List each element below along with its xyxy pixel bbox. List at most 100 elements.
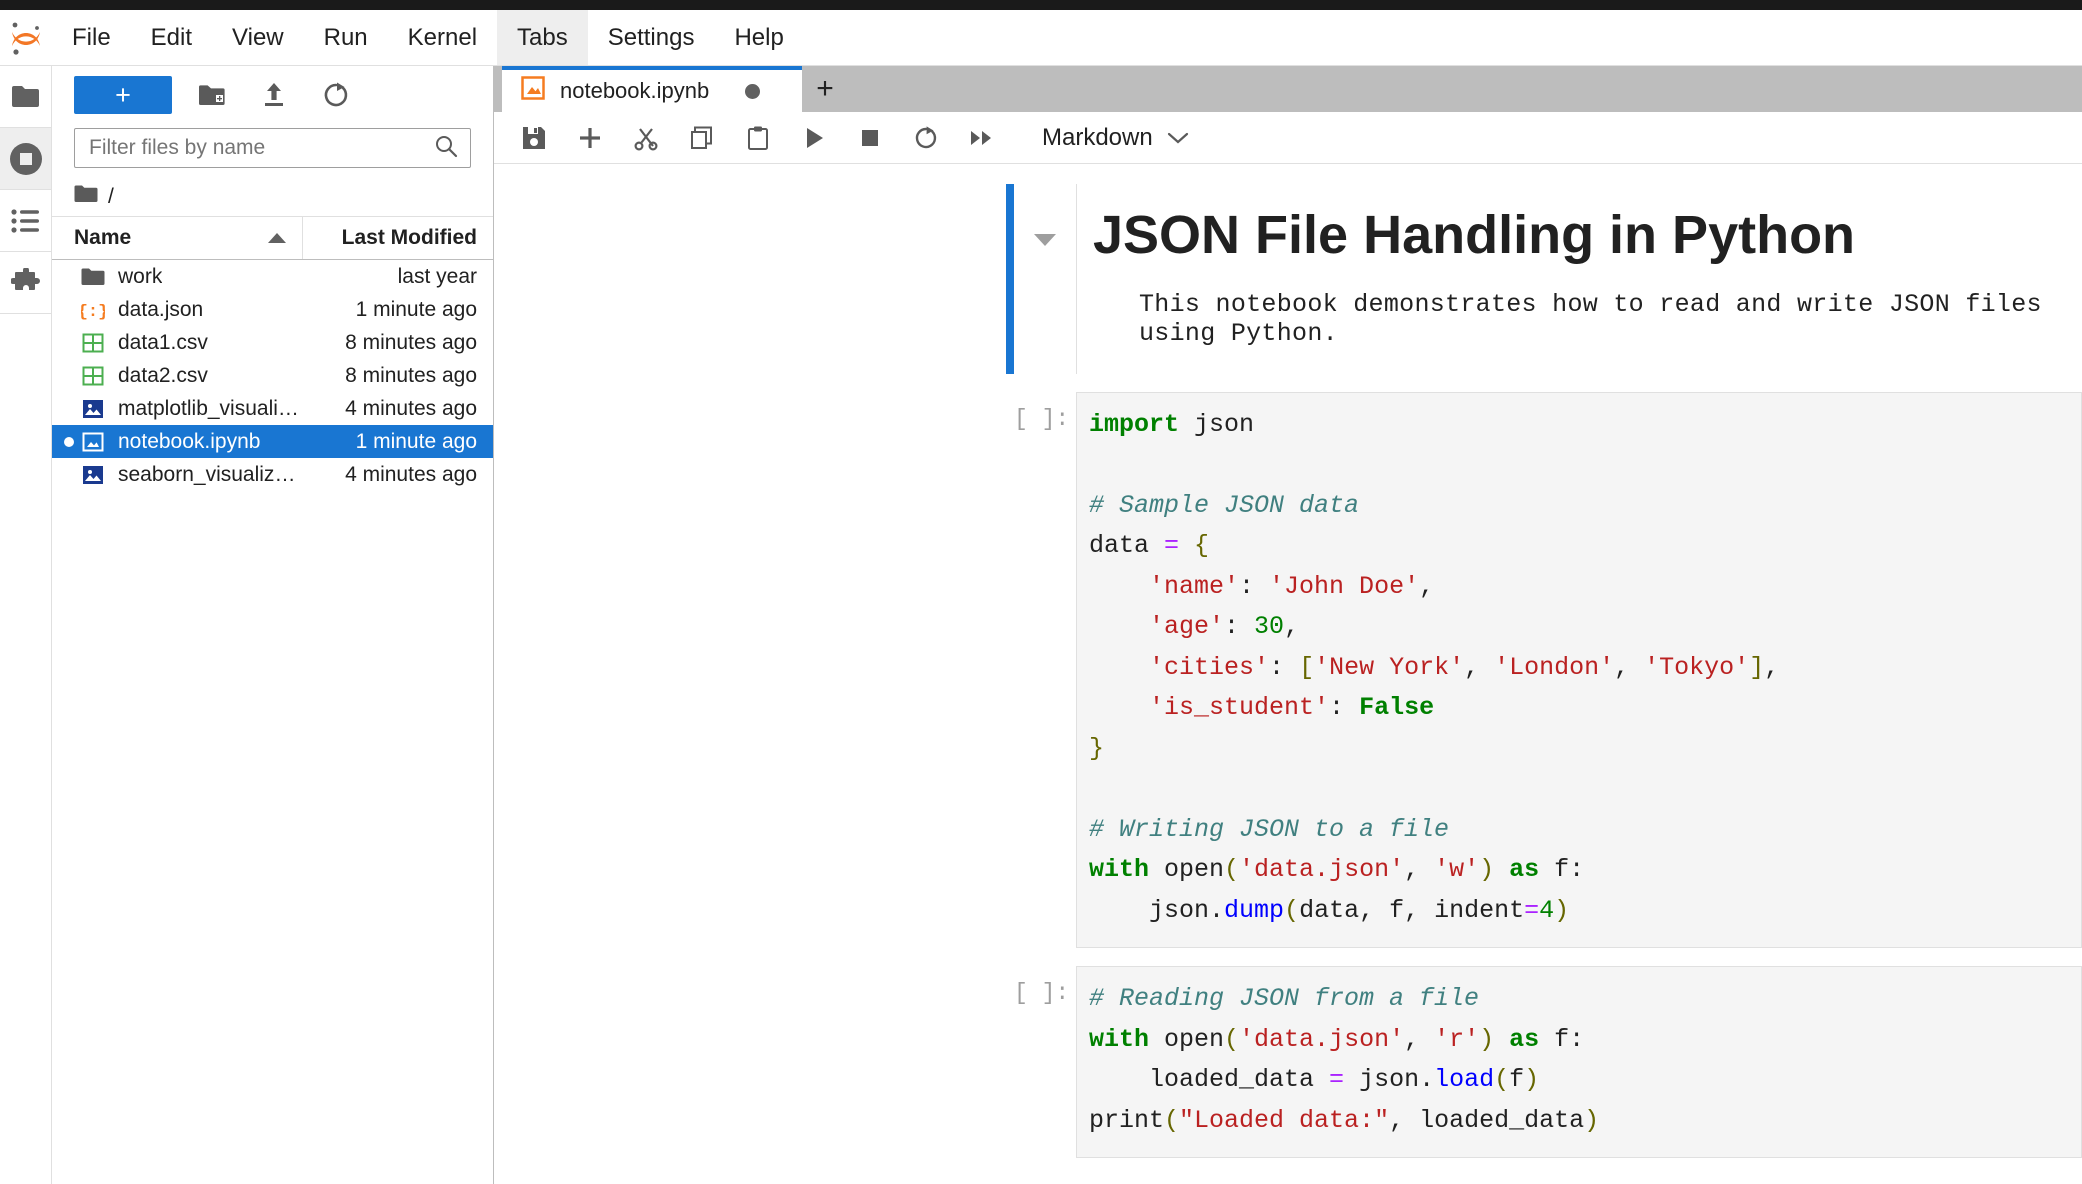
folder-icon [74, 184, 98, 210]
notebook-cell-code[interactable]: [ ]: # Reading JSON from a file with ope… [494, 966, 2082, 1158]
copy-icon [689, 125, 715, 151]
menu-item-run[interactable]: Run [304, 10, 388, 65]
new-folder-icon [198, 83, 226, 107]
menu-item-help[interactable]: Help [714, 10, 803, 65]
menu-item-tabs[interactable]: Tabs [497, 10, 588, 65]
list-item[interactable]: work last year [52, 260, 493, 293]
menu-bar: File Edit View Run Kernel Tabs Settings … [0, 10, 2082, 66]
cell-indicator [1006, 392, 1014, 949]
menu-item-file[interactable]: File [52, 10, 131, 65]
notebook-tab-bar: notebook.ipynb + [494, 66, 2082, 112]
file-filter-wrapper [52, 124, 493, 178]
breadcrumb[interactable]: / [52, 178, 493, 216]
stop-icon [857, 125, 883, 151]
table-of-contents-icon [11, 208, 41, 234]
sidebar-table-of-contents[interactable] [0, 190, 51, 252]
copy-cells-button[interactable] [678, 116, 726, 160]
notebook-file-icon [520, 75, 546, 107]
scissors-icon [633, 125, 659, 151]
fast-forward-icon [968, 125, 996, 151]
file-name-cell: matplotlib_visualizatio… [52, 396, 303, 422]
file-filter-box[interactable] [74, 128, 471, 168]
file-name-label: data.json [118, 298, 203, 322]
menu-item-edit[interactable]: Edit [131, 10, 212, 65]
unsaved-changes-dot [64, 437, 74, 447]
list-item[interactable]: data1.csv 8 minutes ago [52, 326, 493, 359]
cell-type-value: Markdown [1042, 124, 1153, 152]
sort-ascending-icon [268, 233, 286, 243]
jupyter-logo-icon [0, 10, 52, 65]
file-name-cell: data1.csv [52, 330, 303, 356]
restart-run-all-button[interactable] [958, 116, 1006, 160]
cut-cells-button[interactable] [622, 116, 670, 160]
list-item[interactable]: {:} data.json 1 minute ago [52, 293, 493, 326]
new-launcher-button[interactable]: + [74, 76, 172, 114]
code-editor[interactable]: import json # Sample JSON data data = { … [1076, 392, 2082, 949]
tab-notebook-ipynb[interactable]: notebook.ipynb [502, 66, 802, 112]
sidebar-extension-manager[interactable] [0, 252, 51, 314]
cell-execution-prompt: [ ]: [1014, 966, 1076, 1158]
list-item[interactable]: notebook.ipynb 1 minute ago [52, 425, 493, 458]
save-button[interactable] [510, 116, 558, 160]
file-name-cell: {:} data.json [52, 297, 303, 323]
list-item[interactable]: seaborn_visualization… 4 minutes ago [52, 458, 493, 491]
jupyterlab-window: File Edit View Run Kernel Tabs Settings … [0, 0, 2082, 1184]
file-browser-toolbar: + [52, 66, 493, 124]
file-name-label: notebook.ipynb [118, 430, 260, 454]
notebook-scroll-area[interactable]: JSON File Handling in Python This notebo… [494, 164, 2082, 1184]
code-editor[interactable]: # Reading JSON from a file with open('da… [1076, 966, 2082, 1158]
menu-item-settings[interactable]: Settings [588, 10, 715, 65]
json-file-icon: {:} [80, 297, 106, 323]
page-title: JSON File Handling in Python [1093, 188, 2082, 280]
menu-item-kernel[interactable]: Kernel [388, 10, 497, 65]
paste-cells-button[interactable] [734, 116, 782, 160]
file-browser-panel: + [52, 66, 494, 1184]
file-name-label: data2.csv [118, 364, 208, 388]
svg-text:{:}: {:} [81, 303, 105, 321]
sidebar-running-terminals[interactable] [0, 128, 51, 190]
file-name-cell: notebook.ipynb [52, 429, 303, 455]
insert-cell-button[interactable] [566, 116, 614, 160]
search-input[interactable] [89, 136, 434, 160]
file-name-cell: seaborn_visualization… [52, 462, 303, 488]
column-header-last-modified[interactable]: Last Modified [303, 217, 493, 259]
markdown-paragraph: This notebook demonstrates how to read a… [1093, 280, 2082, 348]
code-source[interactable]: # Reading JSON from a file with open('da… [1089, 979, 2081, 1141]
restart-kernel-button[interactable] [902, 116, 950, 160]
menu-item-view[interactable]: View [212, 10, 304, 65]
cell-type-dropdown[interactable]: Markdown [1034, 120, 1197, 156]
file-modified-label: 1 minute ago [303, 298, 493, 322]
clipboard-icon [745, 125, 771, 151]
markdown-cell-body: JSON File Handling in Python This notebo… [1014, 184, 2082, 374]
file-modified-label: 1 minute ago [303, 430, 493, 454]
file-modified-label: last year [303, 265, 493, 289]
markdown-rendered-output[interactable]: JSON File Handling in Python This notebo… [1076, 184, 2082, 374]
run-cell-button[interactable] [790, 116, 838, 160]
file-name-cell: work [52, 264, 303, 290]
list-item[interactable]: data2.csv 8 minutes ago [52, 359, 493, 392]
notebook-cell-code[interactable]: [ ]: import json # Sample JSON data data… [494, 392, 2082, 949]
csv-file-icon [80, 363, 106, 389]
new-folder-button[interactable] [190, 76, 234, 114]
cell-execution-prompt: [ ]: [1014, 392, 1076, 949]
tab-unsaved-indicator[interactable] [745, 84, 760, 99]
file-list-header: Name Last Modified [52, 216, 493, 260]
code-source[interactable]: import json # Sample JSON data data = { … [1089, 405, 2081, 932]
csv-file-icon [80, 330, 106, 356]
chevron-down-icon[interactable] [1034, 234, 1056, 246]
notebook-cell-markdown[interactable]: JSON File Handling in Python This notebo… [494, 184, 2082, 374]
upload-files-button[interactable] [252, 76, 296, 114]
cell-collapser[interactable] [1014, 184, 1076, 246]
chevron-down-icon [1167, 124, 1189, 152]
active-cell-indicator [1006, 184, 1014, 374]
file-modified-label: 8 minutes ago [303, 364, 493, 388]
list-item[interactable]: matplotlib_visualizatio… 4 minutes ago [52, 392, 493, 425]
new-tab-button[interactable]: + [802, 66, 848, 112]
folder-icon [80, 264, 106, 290]
notebook-file-icon [80, 396, 106, 422]
interrupt-kernel-button[interactable] [846, 116, 894, 160]
sidebar-file-browser[interactable] [0, 66, 51, 128]
extension-puzzle-icon [11, 268, 41, 298]
column-header-name[interactable]: Name [52, 217, 303, 259]
refresh-file-list-button[interactable] [314, 76, 358, 114]
